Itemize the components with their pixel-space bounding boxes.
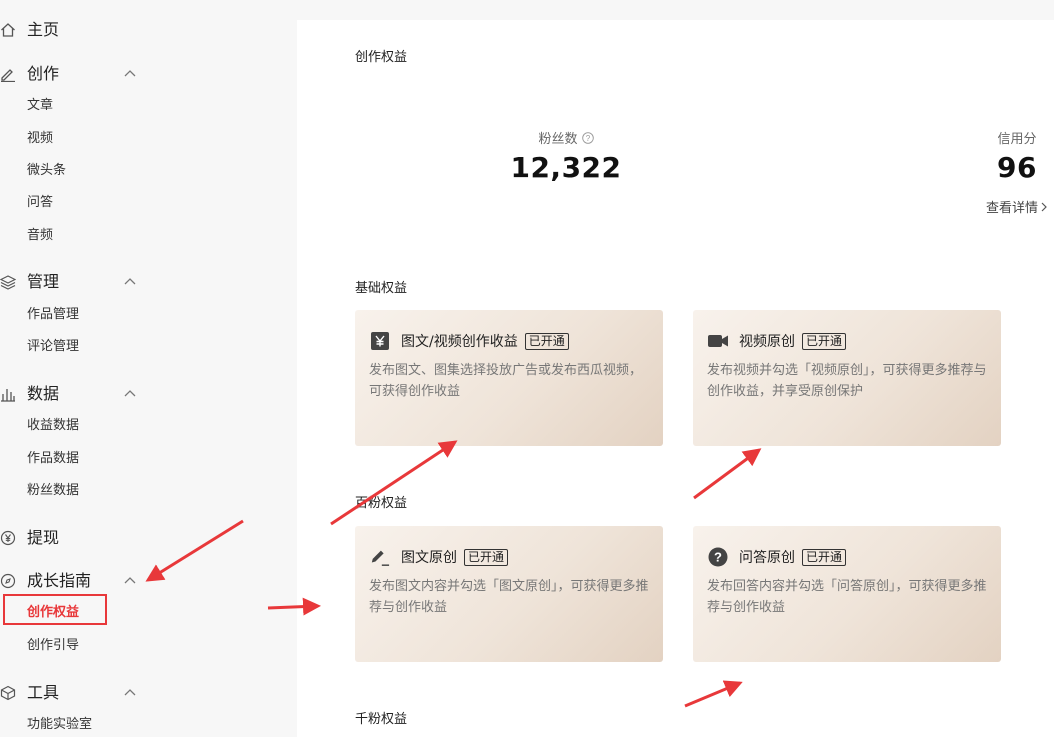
benefit-card-content-revenue[interactable]: 图文/视频创作收益 已开通 发布图文、图集选择投放广告或发布西瓜视频，可获得创作… bbox=[355, 310, 663, 446]
page-title: 创作权益 bbox=[355, 50, 408, 65]
credit-score: 96 bbox=[997, 151, 1037, 184]
view-details-label: 查看详情 bbox=[986, 201, 1039, 216]
credit-label: 信用分 bbox=[997, 132, 1037, 147]
svg-text:?: ? bbox=[585, 134, 590, 143]
view-details-link[interactable]: 查看详情 bbox=[986, 197, 1048, 216]
fans-stat: 粉丝数 ? 12,322 bbox=[506, 128, 626, 184]
chevron-up-icon[interactable] bbox=[123, 388, 137, 398]
nav-manage-label: 管理 bbox=[27, 272, 60, 291]
status-badge: 已开通 bbox=[524, 332, 569, 350]
nav-data[interactable]: 数据 bbox=[0, 381, 150, 407]
help-icon[interactable]: ? bbox=[581, 131, 594, 144]
chevron-up-icon[interactable] bbox=[123, 687, 137, 697]
yen-circle-icon bbox=[0, 530, 16, 546]
sidebar-item-audio[interactable]: 音频 bbox=[27, 227, 53, 245]
fans-count: 12,322 bbox=[510, 151, 622, 184]
nav-create-label: 创作 bbox=[27, 64, 60, 83]
nav-create[interactable]: 创作 bbox=[0, 61, 150, 87]
sidebar-item-video[interactable]: 视频 bbox=[27, 130, 53, 148]
sidebar-item-comments-manage[interactable]: 评论管理 bbox=[27, 338, 79, 356]
status-badge: 已开通 bbox=[464, 548, 509, 566]
status-badge: 已开通 bbox=[802, 548, 847, 566]
sidebar-item-qa[interactable]: 问答 bbox=[27, 194, 53, 212]
sidebar-item-creator-rights[interactable]: 创作权益 bbox=[27, 604, 79, 622]
sidebar-item-article[interactable]: 文章 bbox=[27, 97, 53, 115]
nav-withdraw-label: 提现 bbox=[27, 528, 60, 547]
sidebar-item-revenue-data[interactable]: 收益数据 bbox=[27, 417, 79, 435]
credit-stat: 信用分 96 bbox=[977, 128, 1054, 184]
chevron-up-icon[interactable] bbox=[123, 68, 137, 78]
status-badge: 已开通 bbox=[802, 332, 847, 350]
chevron-up-icon[interactable] bbox=[123, 276, 137, 286]
nav-data-label: 数据 bbox=[27, 384, 60, 403]
card-description: 发布视频并勾选「视频原创」，可获得更多推荐与创作收益，并享受原创保护 bbox=[707, 363, 987, 399]
card-title: 图文原创 bbox=[401, 550, 457, 566]
nav-tools[interactable]: 工具 bbox=[0, 680, 150, 706]
benefit-card-qa-original[interactable]: ? 问答原创 已开通 发布回答内容并勾选「问答原创」，可获得更多推荐与创作收益 bbox=[693, 526, 1001, 662]
home-icon bbox=[1, 23, 15, 37]
nav-growth-guide-label: 成长指南 bbox=[27, 571, 92, 590]
section-title-basic: 基础权益 bbox=[355, 281, 408, 296]
nav-manage[interactable]: 管理 bbox=[0, 269, 150, 295]
question-icon: ? bbox=[708, 547, 728, 567]
chevron-right-icon bbox=[1041, 202, 1047, 211]
compass-icon bbox=[0, 573, 16, 589]
nav-home[interactable]: 主页 bbox=[0, 17, 150, 43]
card-description: 发布图文、图集选择投放广告或发布西瓜视频，可获得创作收益 bbox=[369, 363, 643, 399]
nav-home-label: 主页 bbox=[27, 20, 60, 39]
card-title: 视频原创 bbox=[739, 334, 795, 350]
layers-icon bbox=[0, 275, 16, 290]
section-title-thousand-fans: 千粉权益 bbox=[355, 712, 408, 727]
pencil-icon bbox=[1, 69, 15, 82]
nav-tools-label: 工具 bbox=[27, 683, 60, 702]
card-description: 发布图文内容并勾选「图文原创」，可获得更多推荐与创作收益 bbox=[369, 579, 649, 615]
sidebar-item-creator-guide[interactable]: 创作引导 bbox=[27, 637, 79, 655]
chevron-up-icon[interactable] bbox=[123, 575, 137, 585]
sidebar-item-feature-lab[interactable]: 功能实验室 bbox=[27, 716, 92, 734]
fans-label: 粉丝数 bbox=[538, 132, 578, 147]
benefit-card-article-original[interactable]: 图文原创 已开通 发布图文内容并勾选「图文原创」，可获得更多推荐与创作收益 bbox=[355, 526, 663, 662]
card-title: 图文/视频创作收益 bbox=[401, 334, 518, 350]
app-window: 主页 创作 文章 视频 微头条 问答 音频 管理 作品管理 评论管理 数据 收益… bbox=[0, 0, 1054, 737]
nav-withdraw[interactable]: 提现 bbox=[0, 525, 150, 551]
pen-icon bbox=[370, 547, 390, 567]
video-camera-icon bbox=[708, 331, 728, 351]
svg-text:?: ? bbox=[714, 550, 722, 565]
sidebar-item-works-data[interactable]: 作品数据 bbox=[27, 450, 79, 468]
bar-chart-icon bbox=[1, 389, 15, 402]
sidebar-item-micro-post[interactable]: 微头条 bbox=[27, 162, 66, 180]
sidebar-item-works-manage[interactable]: 作品管理 bbox=[27, 306, 79, 324]
sidebar: 主页 创作 文章 视频 微头条 问答 音频 管理 作品管理 评论管理 数据 收益… bbox=[0, 0, 297, 737]
benefit-card-video-original[interactable]: 视频原创 已开通 发布视频并勾选「视频原创」，可获得更多推荐与创作收益，并享受原… bbox=[693, 310, 1001, 446]
sidebar-item-fans-data[interactable]: 粉丝数据 bbox=[27, 482, 79, 500]
nav-growth-guide[interactable]: 成长指南 bbox=[0, 568, 150, 594]
main-panel: 创作权益 粉丝数 ? 12,322 信用分 96 查看详情 基础权益 图文/视频… bbox=[297, 20, 1054, 737]
cube-icon bbox=[0, 685, 16, 701]
section-title-hundred-fans: 百粉权益 bbox=[355, 496, 408, 511]
yen-icon bbox=[370, 331, 390, 351]
card-description: 发布回答内容并勾选「问答原创」，可获得更多推荐与创作收益 bbox=[707, 579, 987, 615]
card-title: 问答原创 bbox=[739, 550, 795, 566]
